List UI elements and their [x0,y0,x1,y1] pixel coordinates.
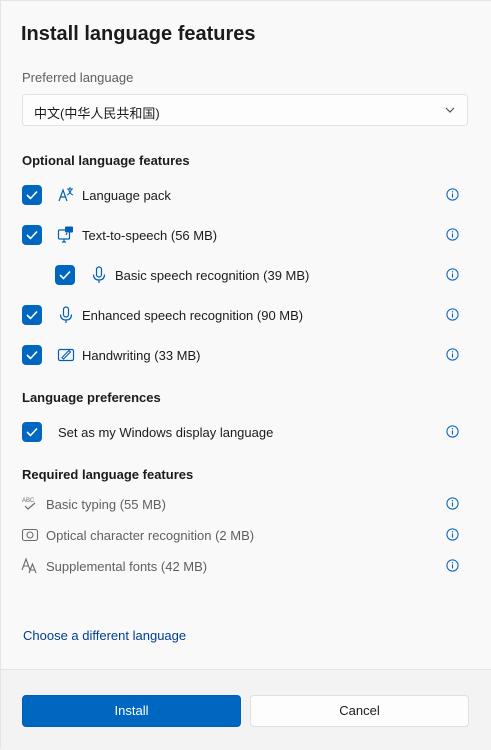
text-to-speech-checkbox[interactable] [22,225,42,245]
list-item: ABC Basic typing (55 MB) [1,490,491,518]
language-preferences-heading: Language preferences [22,390,161,405]
chevron-down-icon [445,107,455,113]
preferred-language-label: Preferred language [22,70,134,85]
checkmark-icon [26,350,38,360]
handwriting-label: Handwriting (33 MB) [82,348,201,363]
choose-different-language-link[interactable]: Choose a different language [23,628,186,643]
checkmark-icon [59,270,71,280]
basic-typing-label: Basic typing (55 MB) [46,497,166,512]
info-icon[interactable] [446,348,459,361]
checkmark-icon [26,190,38,200]
dialog-footer: Install Cancel [1,669,491,750]
info-icon[interactable] [446,559,459,572]
checkmark-icon [26,310,38,320]
list-item: Supplemental fonts (42 MB) [1,552,491,580]
svg-text:ABC: ABC [22,498,35,504]
enhanced-speech-recognition-checkbox[interactable] [22,305,42,325]
enhanced-speech-recognition-label: Enhanced speech recognition (90 MB) [82,308,304,323]
info-icon[interactable] [446,528,459,541]
basic-speech-recognition-label: Basic speech recognition (39 MB) [115,268,310,283]
info-icon[interactable] [446,228,459,241]
info-icon[interactable] [446,497,459,510]
dialog-content: Install language features Preferred lang… [1,1,491,669]
info-icon[interactable] [446,188,459,201]
ocr-camera-icon [21,528,39,542]
list-item: Basic speech recognition (39 MB) [1,261,491,289]
checkmark-icon [26,427,38,437]
info-icon[interactable] [446,308,459,321]
install-language-features-dialog: Install language features Preferred lang… [0,0,491,750]
list-item: Handwriting (33 MB) [1,341,491,369]
preferred-language-value: 中文(中华人民共和国) [34,106,160,121]
checkmark-icon [26,230,38,240]
info-icon[interactable] [446,425,459,438]
microphone-icon [92,266,106,283]
info-icon[interactable] [446,268,459,281]
required-features-heading: Required language features [22,467,194,482]
list-item: Enhanced speech recognition (90 MB) [1,301,491,329]
list-item: Set as my Windows display language [1,418,491,446]
microphone-icon [59,306,73,323]
handwriting-icon [57,348,75,362]
list-item: Text-to-speech (56 MB) [1,221,491,249]
language-pack-icon [58,187,74,202]
text-to-speech-icon [57,226,73,243]
ocr-label: Optical character recognition (2 MB) [46,528,255,543]
fonts-icon [21,557,37,574]
basic-speech-recognition-checkbox[interactable] [55,265,75,285]
list-item: Language pack [1,181,491,209]
display-language-label: Set as my Windows display language [58,425,274,440]
display-language-checkbox[interactable] [22,422,42,442]
cancel-button[interactable]: Cancel [250,695,469,727]
text-to-speech-label: Text-to-speech (56 MB) [82,228,218,243]
list-item: Optical character recognition (2 MB) [1,521,491,549]
language-pack-label: Language pack [82,188,171,203]
basic-typing-icon: ABC [22,498,36,510]
install-button[interactable]: Install [22,695,241,727]
handwriting-checkbox[interactable] [22,345,42,365]
dialog-title: Install language features [21,23,256,45]
language-pack-checkbox[interactable] [22,185,42,205]
preferred-language-dropdown[interactable]: 中文(中华人民共和国) [22,94,468,126]
optional-features-heading: Optional language features [22,153,190,168]
supplemental-fonts-label: Supplemental fonts (42 MB) [46,559,208,574]
